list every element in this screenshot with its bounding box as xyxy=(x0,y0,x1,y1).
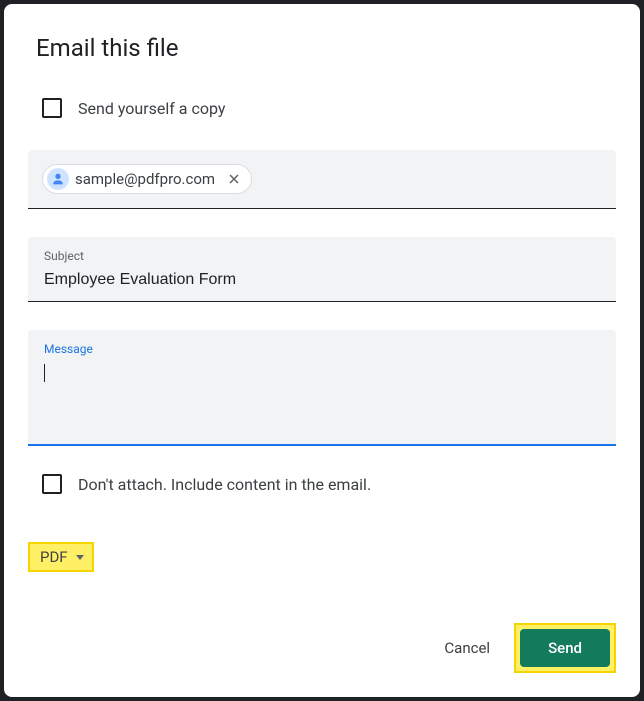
send-copy-checkbox[interactable] xyxy=(42,98,62,118)
message-label: Message xyxy=(44,342,600,356)
recipient-chip: sample@pdfpro.com xyxy=(42,164,252,194)
send-button[interactable]: Send xyxy=(520,629,610,667)
person-icon xyxy=(47,168,69,190)
send-copy-label: Send yourself a copy xyxy=(78,99,225,118)
email-file-dialog: Email this file Send yourself a copy sam… xyxy=(4,4,640,697)
cancel-button[interactable]: Cancel xyxy=(420,629,514,667)
dont-attach-checkbox[interactable] xyxy=(42,474,62,494)
subject-input[interactable] xyxy=(44,271,600,289)
format-dropdown[interactable]: PDF xyxy=(28,542,94,572)
dont-attach-row: Don't attach. Include content in the ema… xyxy=(42,474,616,494)
recipients-field[interactable]: sample@pdfpro.com xyxy=(28,150,616,209)
remove-recipient-button[interactable] xyxy=(225,170,243,188)
recipient-email: sample@pdfpro.com xyxy=(75,170,215,188)
subject-label: Subject xyxy=(44,249,600,263)
chevron-down-icon xyxy=(76,555,84,560)
dialog-actions: Cancel Send xyxy=(420,623,616,673)
dialog-title: Email this file xyxy=(36,34,616,62)
send-copy-row: Send yourself a copy xyxy=(42,98,616,118)
message-textarea[interactable] xyxy=(44,362,600,382)
message-field-container[interactable]: Message xyxy=(28,330,616,446)
format-selected: PDF xyxy=(40,548,68,566)
subject-field-container[interactable]: Subject xyxy=(28,237,616,302)
dont-attach-label: Don't attach. Include content in the ema… xyxy=(78,475,371,494)
send-button-highlight: Send xyxy=(514,623,616,673)
